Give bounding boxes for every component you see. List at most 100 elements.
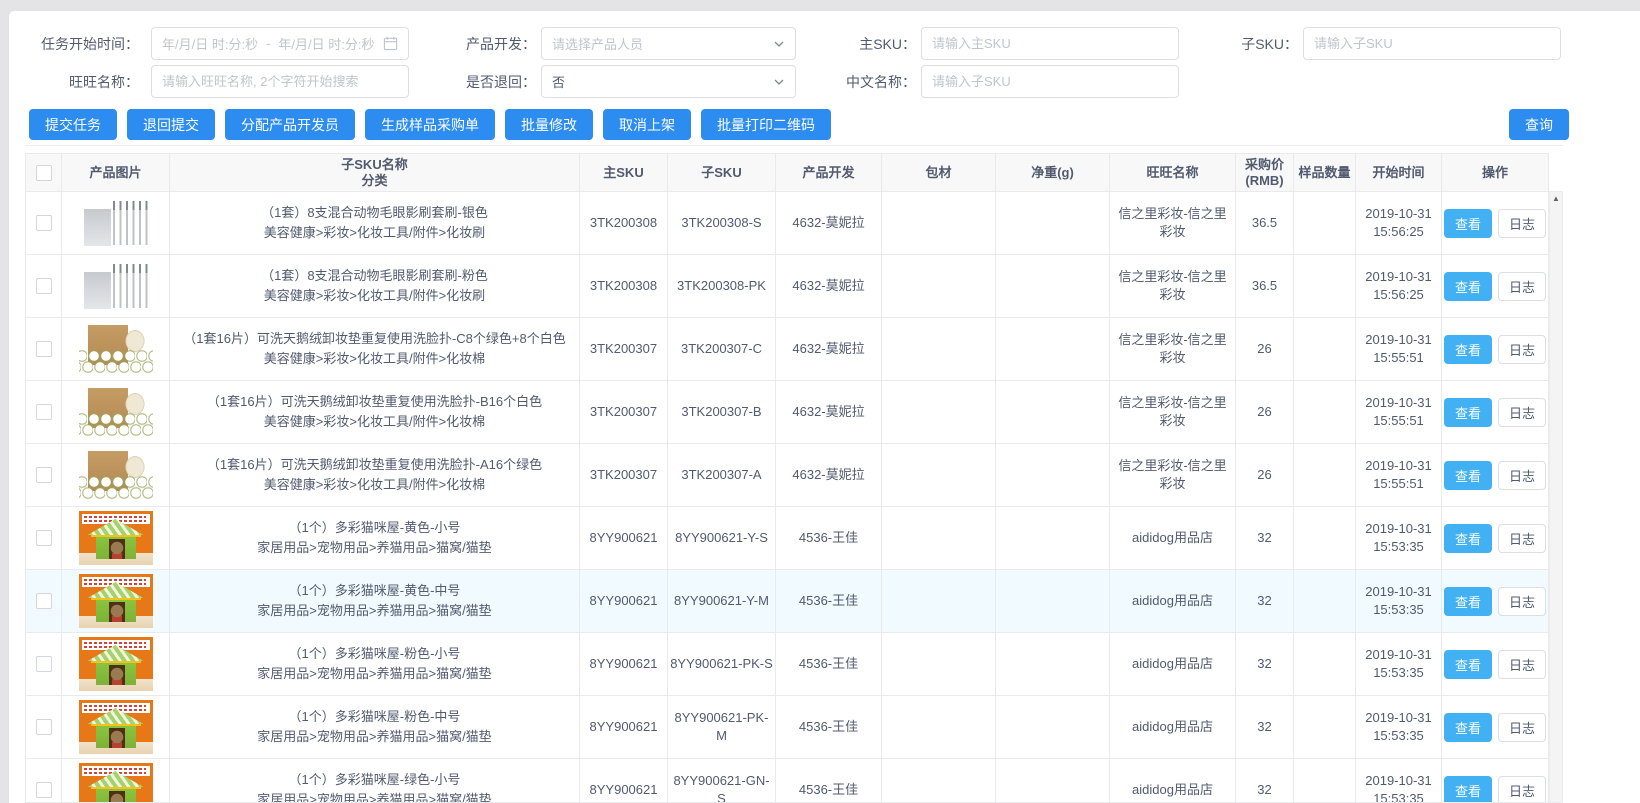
sub-sku-input[interactable] <box>1314 28 1550 59</box>
is-return-label: 是否退回： <box>456 72 536 92</box>
log-button[interactable]: 日志 <box>1498 398 1546 427</box>
packaging-value <box>882 507 996 569</box>
wangwang-name-value: 信之里彩妆-信之里彩妆 <box>1110 192 1236 254</box>
log-button[interactable]: 日志 <box>1498 713 1546 742</box>
log-button[interactable]: 日志 <box>1498 461 1546 490</box>
row-checkbox-cell <box>26 507 62 569</box>
product-image <box>79 259 153 313</box>
operations-cell: 查看 日志 <box>1442 570 1548 632</box>
product-dev-select[interactable]: 请选择产品人员 <box>541 27 796 60</box>
toolbar-button[interactable]: 批量修改 <box>505 109 593 140</box>
wangwang-name-value: aididog用品店 <box>1110 759 1236 803</box>
toolbar-button[interactable]: 取消上架 <box>603 109 691 140</box>
sample-quantity-value <box>1294 633 1356 695</box>
sku-name-category-cell: （1套16片）可洗天鹅绒卸妆垫重复使用洗脸扑-A16个绿色 美容健康>彩妆>化妆… <box>170 444 580 506</box>
wangwang-name-value: aididog用品店 <box>1110 570 1236 632</box>
toolbar-button[interactable]: 分配产品开发员 <box>225 109 355 140</box>
task-start-time-label: 任务开始时间： <box>33 34 139 54</box>
log-button[interactable]: 日志 <box>1498 776 1546 803</box>
net-weight-value <box>996 696 1110 758</box>
sku-name-category-cell: （1套）8支混合动物毛眼影刷套刷-银色 美容健康>彩妆>化妆工具/附件>化妆刷 <box>170 192 580 254</box>
product-image <box>79 574 153 628</box>
calendar-icon[interactable] <box>383 36 398 51</box>
toolbar-button[interactable]: 提交任务 <box>29 109 117 140</box>
toolbar-button[interactable]: 批量打印二维码 <box>701 109 831 140</box>
header-cell: 包材 <box>882 154 996 191</box>
view-button[interactable]: 查看 <box>1444 461 1492 490</box>
purchase-price-value: 26 <box>1236 381 1294 443</box>
row-checkbox[interactable] <box>36 656 52 672</box>
net-weight-value <box>996 507 1110 569</box>
row-checkbox-cell <box>26 570 62 632</box>
row-checkbox[interactable] <box>36 467 52 483</box>
chinese-name-input[interactable] <box>932 66 1168 97</box>
product-category: 家居用品>宠物用品>养猫用品>猫窝/猫垫 <box>257 664 491 684</box>
toolbar-button[interactable]: 退回提交 <box>127 109 215 140</box>
wangwang-name-value: 信之里彩妆-信之里彩妆 <box>1110 255 1236 317</box>
main-sku-value: 8YY900621 <box>580 570 668 632</box>
net-weight-value <box>996 255 1110 317</box>
toolbar-button[interactable]: 生成样品采购单 <box>365 109 495 140</box>
query-button[interactable]: 查询 <box>1509 109 1569 140</box>
row-checkbox[interactable] <box>36 341 52 357</box>
row-checkbox[interactable] <box>36 215 52 231</box>
scroll-up-arrow-icon[interactable]: ▲ <box>1550 192 1562 206</box>
table-row: （1套）8支混合动物毛眼影刷套刷-粉色 美容健康>彩妆>化妆工具/附件>化妆刷 … <box>26 255 1548 318</box>
sample-quantity-value <box>1294 507 1356 569</box>
wangwang-name-value: aididog用品店 <box>1110 633 1236 695</box>
product-developer-value: 4632-莫妮拉 <box>776 444 882 506</box>
log-button[interactable]: 日志 <box>1498 335 1546 364</box>
start-time-value: 2019-10-31 15:55:51 <box>1356 444 1442 506</box>
start-time-value: 2019-10-31 15:53:35 <box>1356 507 1442 569</box>
row-checkbox[interactable] <box>36 530 52 546</box>
view-button[interactable]: 查看 <box>1444 335 1492 364</box>
view-button[interactable]: 查看 <box>1444 209 1492 238</box>
is-return-select[interactable]: 否 <box>541 65 796 98</box>
net-weight-value <box>996 318 1110 380</box>
wangwang-name-input[interactable] <box>162 66 398 97</box>
packaging-value <box>882 759 996 803</box>
view-button[interactable]: 查看 <box>1444 272 1492 301</box>
sku-name-category-cell: （1套16片）可洗天鹅绒卸妆垫重复使用洗脸扑-B16个白色 美容健康>彩妆>化妆… <box>170 381 580 443</box>
purchase-price-value: 26 <box>1236 318 1294 380</box>
product-category: 美容健康>彩妆>化妆工具/附件>化妆刷 <box>264 286 485 306</box>
select-all-checkbox[interactable] <box>36 165 52 181</box>
row-checkbox-cell <box>26 318 62 380</box>
view-button[interactable]: 查看 <box>1444 524 1492 553</box>
row-checkbox[interactable] <box>36 782 52 798</box>
header-cell: 产品开发 <box>776 154 882 191</box>
log-button[interactable]: 日志 <box>1498 272 1546 301</box>
view-button[interactable]: 查看 <box>1444 650 1492 679</box>
packaging-value <box>882 444 996 506</box>
log-button[interactable]: 日志 <box>1498 524 1546 553</box>
operations-cell: 查看 日志 <box>1442 192 1548 254</box>
wangwang-name-value: aididog用品店 <box>1110 507 1236 569</box>
row-checkbox-cell <box>26 633 62 695</box>
product-image <box>79 385 153 439</box>
table-scrollbar[interactable]: ▲ <box>1549 191 1563 803</box>
sub-sku-value: 3TK200308-PK <box>668 255 776 317</box>
product-developer-value: 4536-王佳 <box>776 696 882 758</box>
product-name: （1套16片）可洗天鹅绒卸妆垫重复使用洗脸扑-A16个绿色 <box>207 455 542 475</box>
view-button[interactable]: 查看 <box>1444 713 1492 742</box>
view-button[interactable]: 查看 <box>1444 398 1492 427</box>
row-checkbox[interactable] <box>36 593 52 609</box>
header-cell: 操作 <box>1442 154 1548 191</box>
log-button[interactable]: 日志 <box>1498 209 1546 238</box>
product-dev-placeholder: 请选择产品人员 <box>552 34 643 53</box>
start-time-value: 2019-10-31 15:55:51 <box>1356 381 1442 443</box>
log-button[interactable]: 日志 <box>1498 650 1546 679</box>
operations-cell: 查看 日志 <box>1442 255 1548 317</box>
main-sku-input[interactable] <box>932 28 1168 59</box>
log-button[interactable]: 日志 <box>1498 587 1546 616</box>
sample-quantity-value <box>1294 444 1356 506</box>
view-button[interactable]: 查看 <box>1444 587 1492 616</box>
view-button[interactable]: 查看 <box>1444 776 1492 803</box>
row-checkbox[interactable] <box>36 404 52 420</box>
start-time-value: 2019-10-31 15:53:35 <box>1356 570 1442 632</box>
row-checkbox[interactable] <box>36 278 52 294</box>
product-developer-value: 4536-王佳 <box>776 759 882 803</box>
packaging-value <box>882 318 996 380</box>
task-start-time-range-input[interactable]: 年/月/日 时:分:秒 - 年/月/日 时:分:秒 <box>151 27 409 60</box>
row-checkbox[interactable] <box>36 719 52 735</box>
